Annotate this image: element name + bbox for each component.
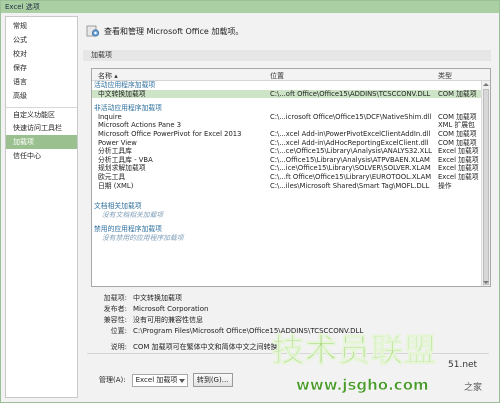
empty-group-text: 没有文档相关加载项	[102, 210, 164, 219]
column-header-location[interactable]: 位置	[270, 71, 284, 81]
addin-name: 规划求解加载项	[98, 164, 146, 173]
table-row[interactable]: Microsoft Office PowerPivot for Excel 20…	[92, 130, 490, 139]
addin-type: XML 扩展包	[438, 121, 475, 130]
watermark-url: www.jsgho.com	[296, 376, 429, 395]
addin-name: 欧元工具	[98, 172, 126, 181]
manage-label: 管理(A):	[99, 376, 126, 384]
addin-location: C:\...ice\Office15\Library\SOLVER\SOLVER…	[270, 164, 431, 173]
addin-name: 分析工具库	[98, 147, 132, 156]
detail-value: 没有可用的兼容性信息	[133, 316, 203, 324]
addin-type: 操作	[438, 181, 452, 190]
sidebar-item-trust-center[interactable]: 信任中心	[6, 149, 77, 163]
panel-header: 查看和管理 Microsoft Office 加载项。	[86, 23, 243, 39]
group-title: 非活动应用程序加载项	[94, 104, 162, 113]
panel-header-text: 查看和管理 Microsoft Office 加载项。	[104, 26, 244, 36]
addin-location: C:\...xcel Add-in\AdHocReportingExcelCli…	[270, 138, 429, 147]
manage-select[interactable]: Excel 加载项	[131, 373, 188, 387]
list-item: 没有禁用的应用程序加载项	[92, 234, 490, 243]
addin-location: C:\...Office15\Library\Analysis\ATPVBAEN…	[270, 155, 430, 164]
group-title: 活动应用程序加载项	[94, 81, 156, 89]
detail-value: COM 加载项可在繁体中文和简体中文之间转换。	[133, 343, 285, 351]
scroll-up-icon[interactable]	[483, 83, 489, 86]
sidebar-item-customize-ribbon[interactable]: 自定义功能区	[6, 107, 77, 121]
addin-name: Inquire	[98, 112, 122, 121]
scrollbar-thumb[interactable]	[483, 89, 489, 285]
group-header-document: 文档相关加载项	[92, 202, 490, 211]
addin-name: Microsoft Office PowerPivot for Excel 20…	[98, 129, 242, 138]
table-row[interactable]: 欧元工具 C:\...ft Office\Office15\Library\EU…	[92, 173, 490, 182]
addin-name: 中文转换加载项	[98, 89, 146, 98]
list-scrollbar[interactable]	[481, 81, 490, 286]
addin-location: C:\...ce\Office15\Library\Analysis\ANALY…	[270, 147, 432, 156]
addin-location: C:\...oft Office\Office15\ADDINS\TCSCCON…	[270, 89, 431, 98]
chevron-down-icon	[178, 378, 185, 383]
detail-label: 加载项:	[103, 294, 127, 302]
addin-name: 日期 (XML)	[98, 181, 134, 190]
empty-group-text: 没有禁用的应用程序加载项	[102, 233, 184, 242]
list-item: 没有文档相关加载项	[92, 211, 490, 220]
goto-button[interactable]: 转到(G)...	[192, 373, 233, 387]
group-title: 文档相关加载项	[94, 202, 142, 211]
detail-value: Microsoft Corporation	[133, 305, 209, 313]
addin-name: Microsoft Actions Pane 3	[98, 121, 182, 130]
sidebar-item-save[interactable]: 保存	[6, 61, 77, 75]
addin-name: Power View	[98, 138, 137, 147]
addin-location: C:\...ft Office\Office15\Library\EUROTOO…	[270, 172, 432, 181]
sidebar-item-formulas[interactable]: 公式	[6, 33, 77, 47]
manage-row: 管理(A): Excel 加载项 转到(G)...	[99, 373, 233, 387]
table-row[interactable]: Inquire C:\...icrosoft Office\Office15\D…	[92, 113, 490, 122]
table-row[interactable]: Microsoft Actions Pane 3 XML 扩展包	[92, 121, 490, 130]
detail-publisher: 发布者: Microsoft Corporation	[87, 304, 491, 315]
detail-label: 兼容性:	[103, 316, 127, 324]
addin-location: C:\...xcel Add-in\PowerPivotExcelClientA…	[270, 129, 431, 138]
table-row[interactable]: 日期 (XML) C:\...iles\Microsoft Shared\Sma…	[92, 182, 490, 191]
addin-type: Excel 加载项	[438, 164, 479, 173]
table-row[interactable]: Power View C:\...xcel Add-in\AdHocReport…	[92, 139, 490, 148]
sidebar-item-addins[interactable]: 加载项	[6, 135, 77, 149]
addins-section-label: 加载项	[83, 50, 491, 61]
detail-value: 中文转换加载项	[133, 294, 182, 302]
sidebar-item-language[interactable]: 语言	[6, 75, 77, 89]
manage-select-value: Excel 加载项	[135, 375, 178, 384]
sidebar-item-quick-access[interactable]: 快速访问工具栏	[6, 121, 77, 135]
watermark: 技术员联盟	[272, 325, 472, 375]
watermark-side-text-2: 之家	[464, 383, 483, 393]
addin-type: COM 加载项	[438, 138, 477, 147]
sidebar-item-proofing[interactable]: 校对	[6, 47, 77, 61]
scroll-down-icon[interactable]	[483, 281, 489, 284]
group-title: 禁用的应用程序加载项	[94, 225, 162, 234]
addin-type: COM 加载项	[438, 129, 477, 138]
watermark-side-text: 51.net	[448, 360, 478, 370]
group-header-inactive: 非活动应用程序加载项	[92, 104, 490, 113]
table-row[interactable]: 中文转换加载项 C:\...oft Office\Office15\ADDINS…	[92, 89, 490, 99]
window-title: Excel 选项	[1, 1, 499, 13]
table-row[interactable]: 分析工具库 - VBA C:\...Office15\Library\Analy…	[92, 156, 490, 165]
addin-location: C:\...icrosoft Office\Office15\DCF\Nativ…	[270, 112, 432, 121]
detail-label: 说明:	[110, 343, 127, 351]
group-header-active: 活动应用程序加载项	[92, 81, 490, 90]
addin-type: COM 加载项	[438, 89, 477, 98]
addin-type: Excel 加载项	[438, 147, 479, 156]
column-header-type[interactable]: 类型	[438, 71, 452, 81]
addins-list[interactable]: 名称 ▴ 位置 类型 活动应用程序加载项 中文转换加载项 C:\...oft O…	[91, 68, 491, 287]
options-sidebar: 常规 公式 校对 保存 语言 高级 自定义功能区 快速访问工具栏 加载项 信任中…	[5, 16, 78, 398]
detail-addin: 加载项: 中文转换加载项	[87, 293, 491, 304]
table-row[interactable]: 规划求解加载项 C:\...ice\Office15\Library\SOLVE…	[92, 164, 490, 173]
group-header-disabled: 禁用的应用程序加载项	[92, 225, 490, 234]
addins-list-body: 活动应用程序加载项 中文转换加载项 C:\...oft Office\Offic…	[92, 81, 490, 243]
table-row[interactable]: 分析工具库 C:\...ce\Office15\Library\Analysis…	[92, 147, 490, 156]
detail-label: 位置:	[110, 327, 127, 335]
addin-type: Excel 加载项	[438, 172, 479, 181]
sidebar-item-advanced[interactable]: 高级	[6, 89, 77, 103]
watermark-logo-text: 技术员联盟	[272, 331, 438, 370]
addin-location: C:\...iles\Microsoft Shared\Smart Tag\MO…	[270, 181, 430, 190]
addins-list-header: 名称 ▴ 位置 类型	[92, 69, 490, 81]
detail-label: 发布者:	[103, 305, 127, 313]
column-header-name[interactable]: 名称 ▴	[98, 71, 118, 81]
addin-gear-icon	[86, 25, 100, 37]
sidebar-item-general[interactable]: 常规	[6, 19, 77, 33]
